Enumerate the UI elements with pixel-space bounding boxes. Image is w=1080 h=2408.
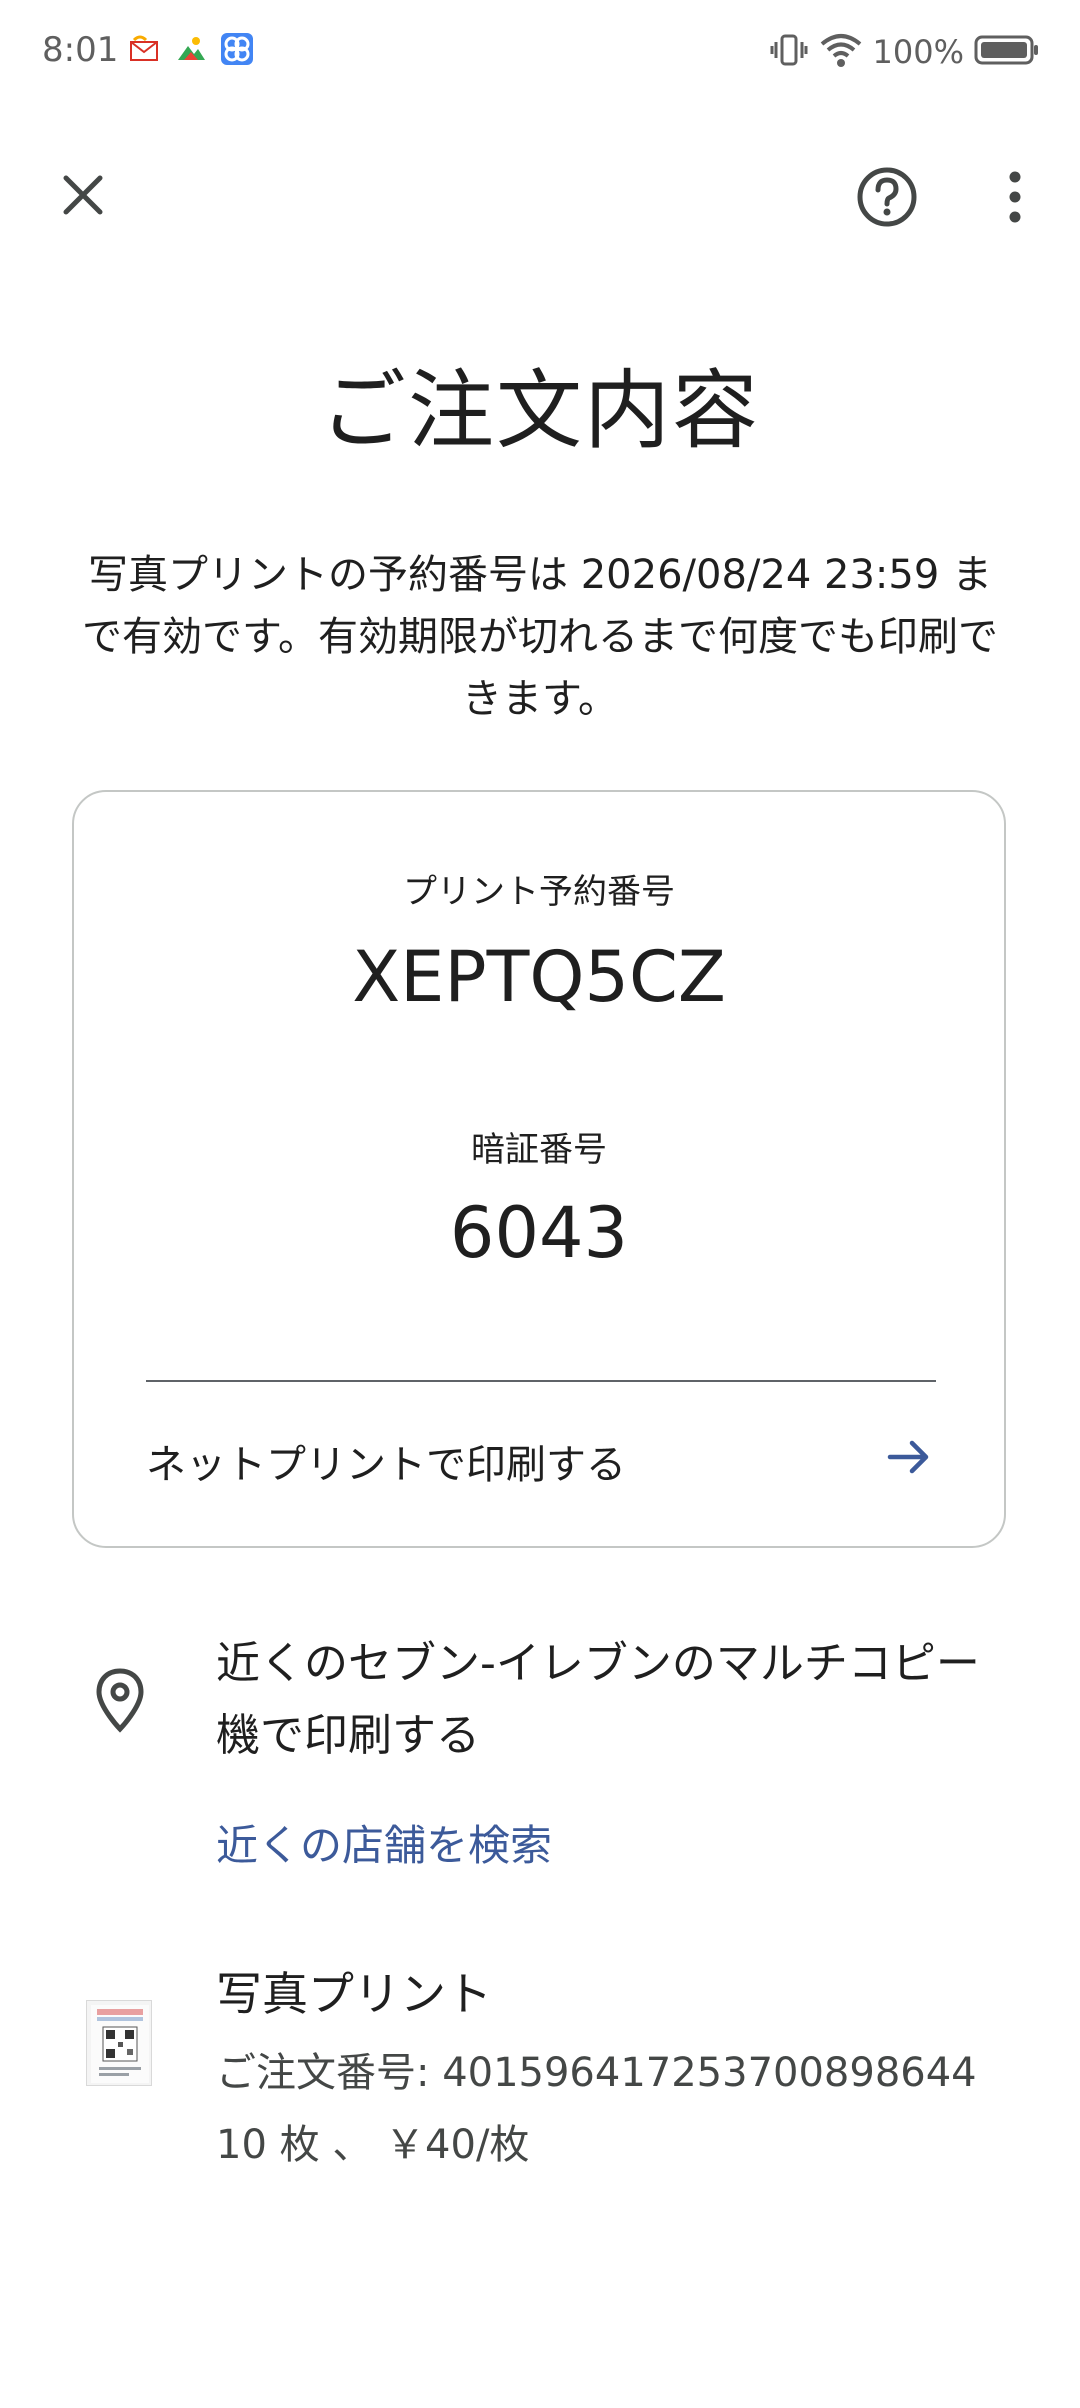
pin-number: 6043: [449, 1192, 629, 1274]
search-nearby-stores-link[interactable]: 近くの店舗を検索: [216, 1812, 552, 1873]
help-button[interactable]: [850, 160, 924, 234]
battery-percentage: 100%: [872, 33, 964, 71]
reservation-card: プリント予約番号 XEPTQ5CZ 暗証番号 6043 ネットプリントで印刷する: [72, 790, 1006, 1548]
system-indicators: 100%: [769, 30, 1040, 74]
page-title: ご注文内容: [320, 361, 760, 461]
wifi-icon: [819, 30, 863, 74]
order-quantity-price: 10 枚 、 ￥40/枚: [216, 2122, 530, 2168]
pinwheel-notification-icon: [220, 32, 254, 66]
order-item-title: 写真プリント: [216, 1967, 492, 2021]
order-number: ご注文番号: 4015964172537008986​44: [216, 2050, 977, 2096]
vibrate-icon: [769, 30, 809, 74]
netprint-link[interactable]: ネットプリントで印刷する: [74, 1392, 1004, 1542]
battery-icon: [974, 32, 1040, 72]
status-time: 8:01: [42, 30, 119, 70]
reservation-number: XEPTQ5CZ: [352, 936, 726, 1018]
card-divider: [146, 1380, 936, 1382]
pin-label: 暗証番号: [471, 1130, 607, 1170]
seven-eleven-print-text: 近くのセブン-イレブンのマルチコピー機で印刷する: [216, 1638, 980, 1761]
more-options-button[interactable]: [980, 160, 1050, 234]
close-button[interactable]: [48, 160, 118, 230]
netprint-link-label: ネットプリントで印刷する: [146, 1442, 626, 1488]
arrow-forward-icon: [887, 1440, 929, 1474]
reservation-number-label: プリント予約番号: [403, 872, 675, 912]
validity-info-text: 写真プリントの予約番号は 2026/08/24 23:59 まで有効です。有効期…: [82, 552, 998, 722]
location-pin-icon: [96, 1668, 144, 1733]
more-vert-icon: [1009, 171, 1021, 223]
photo-print-thumbnail: [86, 2000, 152, 2086]
close-icon: [63, 175, 103, 215]
help-icon: [857, 167, 917, 227]
notification-icons: [128, 32, 254, 66]
status-bar: 8:01 100%: [0, 0, 1080, 104]
photos-notification-icon: [174, 32, 208, 66]
mail-notification-icon: [128, 32, 162, 66]
